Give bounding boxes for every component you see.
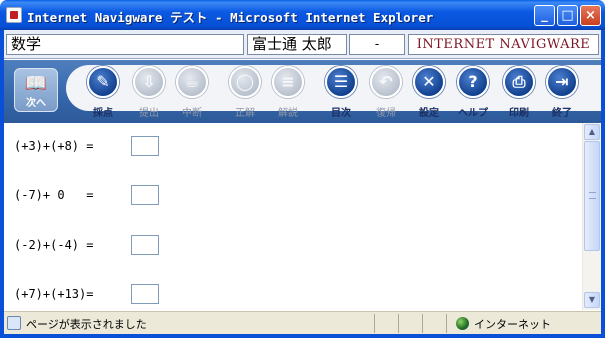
toolbar-button-label: 目次 xyxy=(331,108,351,119)
toolbar-button-label: 採点 xyxy=(93,108,113,119)
globe-icon xyxy=(456,317,469,330)
arrow-up-icon: ▲ xyxy=(588,127,596,136)
vertical-scrollbar[interactable]: ▲ ▼ xyxy=(582,123,601,310)
toolbar-button-label: 解説 xyxy=(278,108,298,119)
minimize-button[interactable]: _ xyxy=(534,5,555,26)
toolbar-button-label: 提出 xyxy=(139,108,159,119)
book-next-icon: 📖 xyxy=(24,73,48,94)
user-name-field: 富士通 太郎 xyxy=(247,34,347,55)
status-divider xyxy=(398,314,399,333)
window-title: Internet Navigware テスト - Microsoft Inter… xyxy=(27,10,434,25)
toolbar-button-correct: ◯ 正解 xyxy=(224,66,266,122)
scroll-up-button[interactable]: ▲ xyxy=(584,124,600,140)
status-text: ページが表示されました xyxy=(26,318,147,331)
zone-text: インターネット xyxy=(474,318,551,331)
grip-icon xyxy=(589,192,596,199)
toolbar-button-exit[interactable]: ⇥ 終了 xyxy=(541,66,583,122)
subject-field: 数学 xyxy=(6,34,244,55)
answer-input[interactable] xyxy=(131,235,159,255)
toolbar-button-label: 正解 xyxy=(235,108,255,119)
problem-expression: (+7)+(+13)= xyxy=(14,287,94,301)
close-button[interactable]: × xyxy=(580,5,601,26)
toolbar-button-label: 印刷 xyxy=(509,108,529,119)
problem-expression: (-2)+(-4) = xyxy=(14,238,94,252)
toolbar-button-return: ↶ 復帰 xyxy=(365,66,407,122)
toolbar-button-explanation: ≡ 解説 xyxy=(267,66,309,122)
toolbar-button-label: 中断 xyxy=(182,108,202,119)
problem-expression: (+3)+(+8) = xyxy=(14,139,94,153)
close-icon: × xyxy=(585,8,596,23)
toolbar-button-contents[interactable]: ☰ 目次 xyxy=(320,66,362,122)
correct-icon: ◯ xyxy=(229,66,261,98)
answer-input[interactable] xyxy=(131,136,159,156)
next-button-label: 次へ xyxy=(26,98,46,109)
toolbar: 📖 次へ ✎ 採点 ⇩ 提出 ☕ 中断 ◯ 正解 ≡ 解説 ☰ 目次 ↶ 復帰 ✕ 設定? ヘルプ ⎙ 印刷 ⇥ 終了 xyxy=(4,60,601,123)
title-bar: Internet Navigware テスト - Microsoft Inter… xyxy=(0,0,605,30)
return-icon: ↶ xyxy=(370,66,402,98)
scroll-thumb[interactable] xyxy=(584,141,600,251)
ie-icon xyxy=(6,7,22,23)
answer-input[interactable] xyxy=(131,284,159,304)
grade-icon: ✎ xyxy=(87,66,119,98)
help-icon: ? xyxy=(457,66,489,98)
navigware-logo: INTERNET NAVIGWARE xyxy=(408,34,599,55)
status-divider xyxy=(422,314,423,333)
next-button[interactable]: 📖 次へ xyxy=(14,68,58,112)
print-icon: ⎙ xyxy=(503,66,535,98)
toolbar-button-submit: ⇩ 提出 xyxy=(128,66,170,122)
settings-icon: ✕ xyxy=(413,66,445,98)
question-area: (+3)+(+8) = (-7)+ 0 = (-2)+(-4) = (+7)+(+13… xyxy=(4,123,582,310)
toolbar-button-label: 終了 xyxy=(552,108,572,119)
page-icon xyxy=(7,316,21,330)
toolbar-button-label: 設定 xyxy=(419,108,439,119)
toolbar-button-help[interactable]: ? ヘルプ xyxy=(452,66,494,122)
submit-icon: ⇩ xyxy=(133,66,165,98)
answer-input[interactable] xyxy=(131,185,159,205)
maximize-button[interactable]: □ xyxy=(557,5,578,26)
pause-icon: ☕ xyxy=(176,66,208,98)
toolbar-button-label: ヘルプ xyxy=(458,108,488,119)
explanation-icon: ≡ xyxy=(272,66,304,98)
problem-expression: (-7)+ 0 = xyxy=(14,188,94,202)
toolbar-button-pause: ☕ 中断 xyxy=(171,66,213,122)
separator-field: - xyxy=(349,34,405,55)
status-divider xyxy=(374,314,375,333)
status-bar: ページが表示されました インターネット xyxy=(4,311,601,334)
header-info-row: 数学 富士通 太郎 - INTERNET NAVIGWARE xyxy=(4,30,601,59)
toolbar-button-label: 復帰 xyxy=(376,108,396,119)
arrow-down-icon: ▼ xyxy=(588,295,596,304)
scroll-down-button[interactable]: ▼ xyxy=(584,292,600,308)
toolbar-button-print[interactable]: ⎙ 印刷 xyxy=(498,66,540,122)
contents-icon: ☰ xyxy=(325,66,357,98)
status-divider xyxy=(446,314,447,333)
maximize-icon: □ xyxy=(561,8,574,23)
exit-icon: ⇥ xyxy=(546,66,578,98)
toolbar-button-grade[interactable]: ✎ 採点 xyxy=(82,66,124,122)
toolbar-button-settings[interactable]: ✕ 設定 xyxy=(408,66,450,122)
minimize-icon: _ xyxy=(541,8,548,23)
